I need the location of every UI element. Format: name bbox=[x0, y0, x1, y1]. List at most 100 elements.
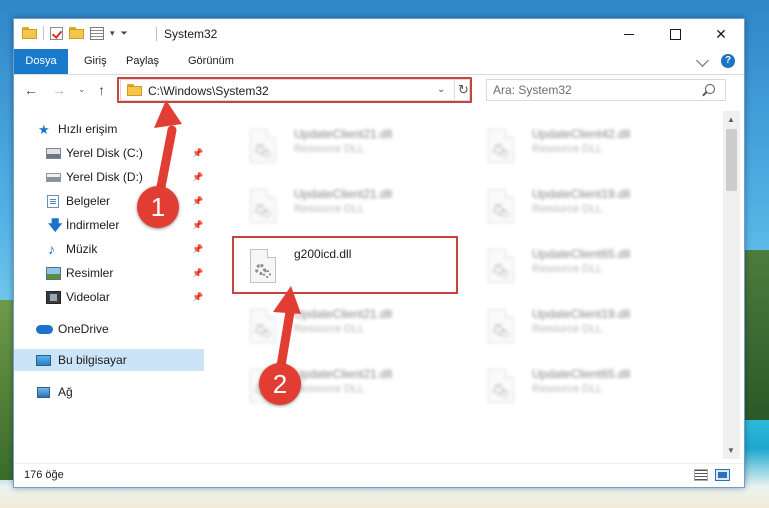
pin-icon[interactable]: 📌 bbox=[192, 148, 203, 159]
back-arrow-icon[interactable]: ← bbox=[24, 82, 38, 98]
sidebar-item-pictures[interactable]: Resimler 📌 bbox=[14, 262, 204, 284]
drive-icon bbox=[46, 147, 61, 159]
sidebar-item-label: OneDrive bbox=[58, 322, 109, 336]
pin-icon[interactable]: 📌 bbox=[192, 220, 203, 231]
file-name: UpdateClient19.dll bbox=[532, 187, 631, 201]
file-highlight-box bbox=[232, 236, 458, 294]
maximize-button[interactable] bbox=[652, 19, 698, 49]
scroll-down-icon[interactable]: ▼ bbox=[727, 446, 735, 455]
dll-file-icon bbox=[250, 309, 276, 343]
toolbar-separator bbox=[43, 26, 44, 40]
address-bar-highlight bbox=[117, 77, 472, 103]
network-icon bbox=[37, 386, 50, 398]
file-name: UpdateClient19.dll bbox=[532, 307, 631, 321]
pin-icon[interactable]: 📌 bbox=[192, 292, 203, 303]
computer-icon bbox=[36, 354, 51, 366]
vertical-scrollbar[interactable]: ▲ ▼ bbox=[723, 111, 740, 459]
file-type: Resource DLL bbox=[532, 263, 603, 275]
file-name: UpdateClient21.dll bbox=[294, 307, 393, 321]
ribbon-tabs: Dosya Giriş Paylaş Görünüm ? bbox=[14, 49, 744, 75]
gear-icon bbox=[263, 210, 271, 218]
customize-toolbar-icon[interactable]: ⏷ bbox=[121, 28, 128, 39]
pin-icon[interactable]: 📌 bbox=[192, 196, 203, 207]
dll-file-icon bbox=[488, 189, 514, 223]
file-item[interactable]: UpdateClient19.dll Resource DLL bbox=[462, 181, 692, 235]
close-icon: ✕ bbox=[715, 25, 727, 42]
pin-icon[interactable]: 📌 bbox=[192, 268, 203, 279]
dll-file-icon bbox=[488, 249, 514, 283]
file-item[interactable]: UpdateClient21.dll Resource DLL bbox=[224, 181, 454, 235]
title-separator bbox=[156, 27, 157, 41]
music-note-icon: ♪ bbox=[48, 240, 55, 257]
tab-home[interactable]: Giriş bbox=[76, 49, 115, 74]
minimize-button[interactable] bbox=[606, 19, 652, 49]
sidebar-item-music[interactable]: ♪ Müzik 📌 bbox=[14, 238, 204, 260]
tab-view[interactable]: Görünüm bbox=[180, 49, 242, 74]
file-item[interactable]: UpdateClient42.dll Resource DLL bbox=[462, 121, 692, 175]
details-view-icon[interactable] bbox=[694, 469, 708, 481]
maximize-icon bbox=[669, 28, 681, 40]
tab-file[interactable]: Dosya bbox=[14, 49, 68, 74]
gear-icon bbox=[501, 210, 509, 218]
tab-share[interactable]: Paylaş bbox=[118, 49, 167, 74]
sidebar-item-this-pc[interactable]: Bu bilgisayar bbox=[14, 349, 204, 371]
sidebar-item-onedrive[interactable]: OneDrive bbox=[14, 318, 204, 340]
dll-file-icon bbox=[488, 369, 514, 403]
status-bar: 176 öğe bbox=[14, 463, 744, 487]
recent-locations-icon[interactable]: ⌄ bbox=[78, 84, 86, 95]
file-item[interactable]: UpdateClient21.dll Resource DLL bbox=[224, 121, 454, 175]
sidebar-item-label: Resimler bbox=[66, 266, 114, 280]
file-name: UpdateClient42.dll bbox=[532, 127, 631, 141]
file-type: Resource DLL bbox=[294, 383, 365, 395]
file-item[interactable]: UpdateClient19.dll Resource DLL bbox=[462, 301, 692, 355]
sidebar-item-network[interactable]: Ağ bbox=[14, 381, 204, 403]
scroll-up-icon[interactable]: ▲ bbox=[727, 115, 735, 124]
sidebar-item-label: Videolar bbox=[66, 290, 110, 304]
help-icon[interactable]: ? bbox=[721, 54, 735, 68]
star-icon: ★ bbox=[38, 121, 50, 137]
file-item[interactable]: UpdateClient21.dll Resource DLL bbox=[224, 301, 454, 355]
search-icon[interactable] bbox=[705, 84, 715, 94]
chevron-down-icon[interactable]: ▾ bbox=[110, 28, 115, 39]
properties-check-icon[interactable] bbox=[50, 26, 63, 40]
file-type: Resource DLL bbox=[294, 143, 365, 155]
sidebar-item-videos[interactable]: Videolar 📌 bbox=[14, 286, 204, 308]
sidebar-item-local-disk-c[interactable]: Yerel Disk (C:) 📌 bbox=[14, 142, 204, 164]
forward-arrow-icon[interactable]: → bbox=[52, 82, 66, 98]
new-folder-icon[interactable] bbox=[69, 27, 84, 39]
file-type: Resource DLL bbox=[532, 323, 603, 335]
navigation-pane: ★ Hızlı erişim Yerel Disk (C:) 📌 Yerel D… bbox=[14, 111, 206, 451]
expand-ribbon-icon[interactable] bbox=[696, 54, 709, 67]
dll-file-icon bbox=[250, 129, 276, 163]
properties-icon[interactable] bbox=[90, 26, 104, 40]
large-icons-view-icon[interactable] bbox=[715, 469, 730, 481]
file-name: UpdateClient65.dll bbox=[532, 367, 631, 381]
sidebar-item-label: Ağ bbox=[58, 385, 73, 399]
pin-icon[interactable]: 📌 bbox=[192, 244, 203, 255]
gear-icon bbox=[501, 330, 509, 338]
sidebar-item-label: Belgeler bbox=[66, 194, 111, 208]
close-button[interactable]: ✕ bbox=[698, 19, 744, 49]
title-bar: ▾ ⏷ System32 ✕ bbox=[14, 19, 744, 49]
item-count: 176 öğe bbox=[24, 469, 64, 481]
file-name: UpdateClient21.dll bbox=[294, 367, 393, 381]
file-type: Resource DLL bbox=[532, 203, 603, 215]
step-2-badge: 2 bbox=[259, 363, 301, 405]
sidebar-item-local-disk-d[interactable]: Yerel Disk (D:) 📌 bbox=[14, 166, 204, 188]
pin-icon[interactable]: 📌 bbox=[192, 172, 203, 183]
folder-icon[interactable] bbox=[22, 27, 37, 39]
scrollbar-thumb[interactable] bbox=[726, 129, 737, 191]
file-item[interactable]: UpdateClient65.dll Resource DLL bbox=[462, 361, 692, 415]
search-box[interactable] bbox=[486, 79, 726, 101]
file-type: Resource DLL bbox=[532, 143, 603, 155]
drive-icon bbox=[46, 172, 61, 182]
up-arrow-icon[interactable]: ↑ bbox=[98, 82, 105, 98]
file-item[interactable]: UpdateClient65.dll Resource DLL bbox=[462, 241, 692, 295]
file-type: Resource DLL bbox=[294, 203, 365, 215]
sidebar-item-quick-access[interactable]: ★ Hızlı erişim bbox=[14, 118, 204, 140]
download-arrow-icon: 🡇 bbox=[48, 216, 63, 233]
sidebar-item-label: Bu bilgisayar bbox=[58, 353, 127, 367]
file-type: Resource DLL bbox=[294, 323, 365, 335]
file-name: UpdateClient21.dll bbox=[294, 127, 393, 141]
search-input[interactable] bbox=[493, 82, 693, 98]
